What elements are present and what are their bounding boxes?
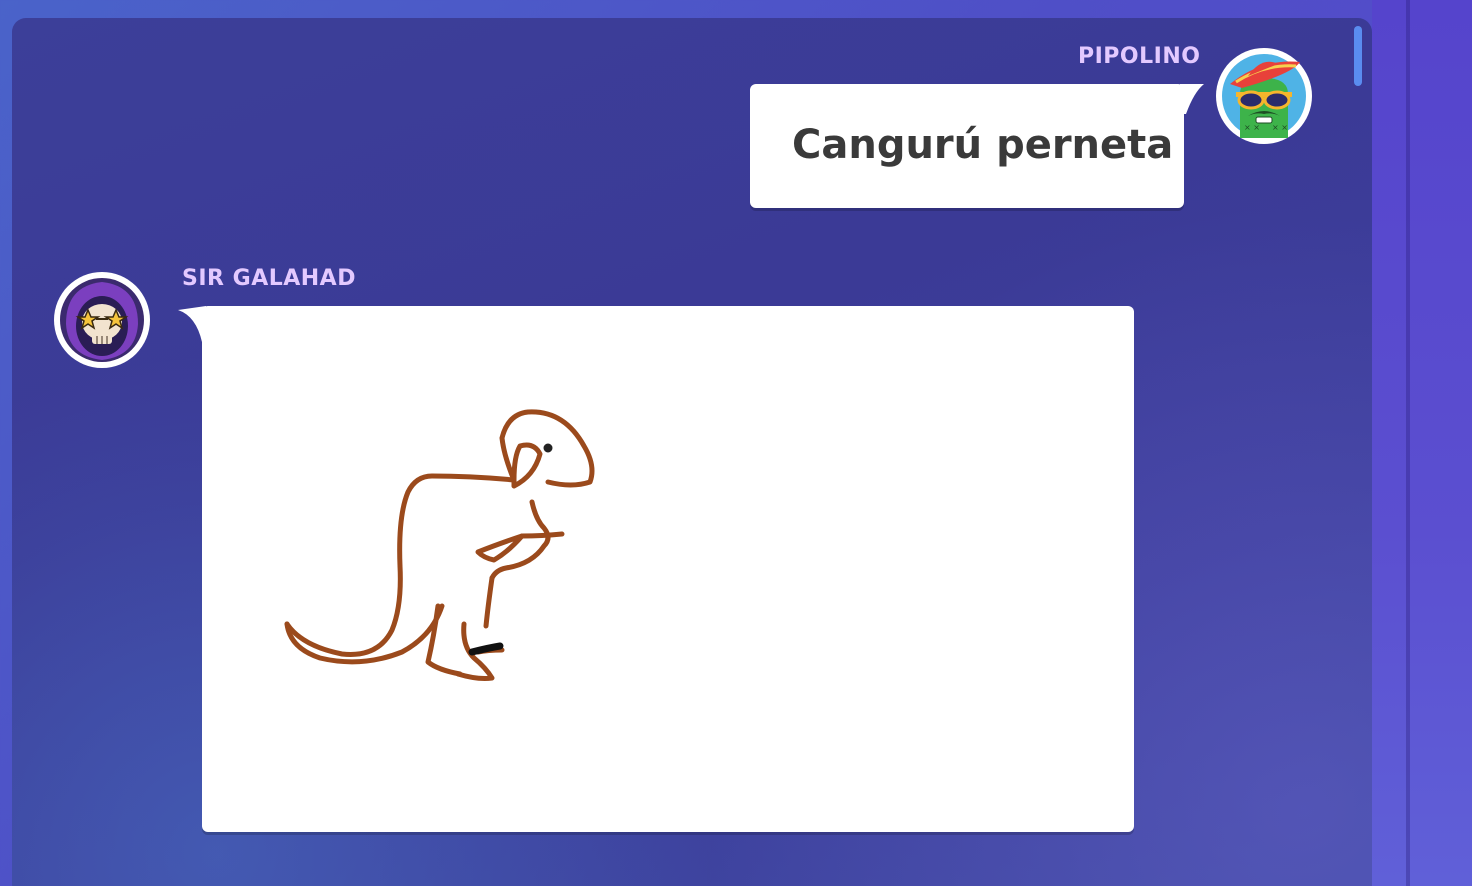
- right-edge-panel: [1372, 0, 1472, 886]
- svg-text:× ×: × ×: [1244, 123, 1260, 132]
- bubble-tail-right: [1180, 84, 1204, 114]
- chat-scrollbar[interactable]: [1354, 26, 1362, 86]
- cactus-mariachi-avatar-icon: × × × ×: [1222, 54, 1306, 138]
- avatar-pipolino[interactable]: × × × ×: [1216, 48, 1312, 144]
- sender-name-sir-galahad: SIR GALAHAD: [182, 266, 356, 291]
- message-bubble-sir-galahad: [178, 306, 1134, 832]
- sender-name-pipolino: PIPOLINO: [1078, 44, 1201, 69]
- svg-text:× ×: × ×: [1272, 123, 1288, 132]
- skull-star-glasses-avatar-icon: [60, 278, 144, 362]
- chat-panel[interactable]: PIPOLINO × × × × Cangurú perneta SIR GAL…: [12, 18, 1372, 886]
- avatar-sir-galahad[interactable]: [54, 272, 150, 368]
- panel-divider: [1406, 0, 1410, 886]
- message-text: Cangurú perneta: [792, 122, 1174, 168]
- message-bubble-pipolino: Cangurú perneta: [750, 84, 1204, 208]
- kangaroo-drawing-icon: [284, 409, 595, 681]
